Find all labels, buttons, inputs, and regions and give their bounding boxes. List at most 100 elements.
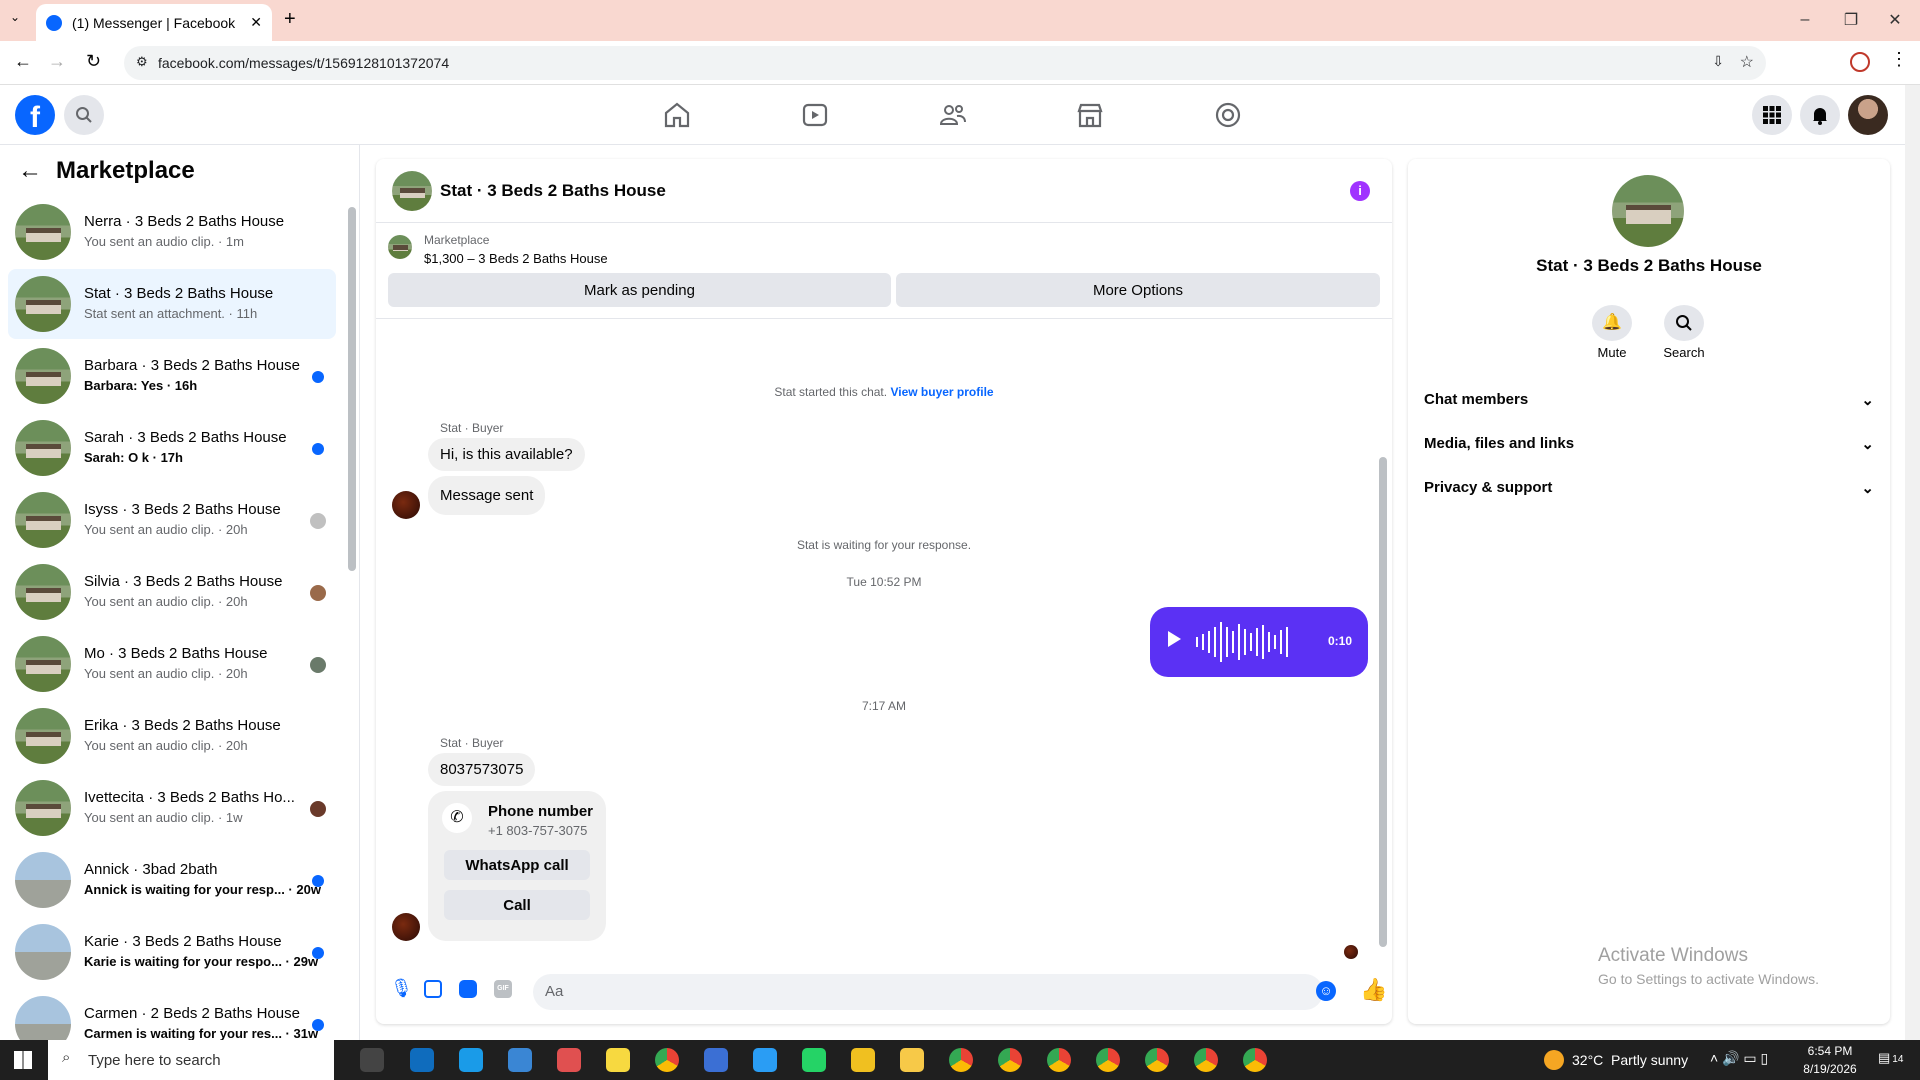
section-privacy-support[interactable]: Privacy & support ⌄	[1424, 479, 1874, 497]
conversation-name: Barbara · 3 Beds 2 Baths House	[84, 357, 300, 374]
chrome-icon[interactable]	[998, 1048, 1022, 1072]
taskbar-search-field[interactable]: ⌕ Type here to search	[48, 1040, 334, 1080]
more-options-button[interactable]: More Options	[896, 273, 1380, 307]
restore-button[interactable]: ❐	[1836, 8, 1866, 32]
photo-icon[interactable]	[424, 980, 442, 998]
message-bubble[interactable]: Hi, is this available?	[428, 438, 585, 471]
mark-as-pending-button[interactable]: Mark as pending	[388, 273, 891, 307]
sticker-icon[interactable]	[459, 980, 477, 998]
whatsapp-call-button[interactable]: WhatsApp call	[444, 850, 590, 880]
list-scrollbar[interactable]	[348, 207, 356, 571]
photos-icon[interactable]	[557, 1048, 581, 1072]
conversation-item[interactable]: Erika · 3 Beds 2 Baths House You sent an …	[8, 701, 336, 771]
outlook-icon[interactable]	[410, 1048, 434, 1072]
buyer-avatar[interactable]	[392, 913, 420, 941]
chrome-icon[interactable]	[1194, 1048, 1218, 1072]
chrome-icon[interactable]	[1145, 1048, 1169, 1072]
conversation-item[interactable]: Sarah · 3 Beds 2 Baths House Sarah: O k ·…	[8, 413, 336, 483]
mute-button[interactable]: 🔔	[1592, 305, 1632, 341]
video-icon[interactable]	[799, 99, 831, 131]
system-tray[interactable]: ˄ 🔊 ▭ ▯	[1710, 1050, 1768, 1067]
conversation-item[interactable]: Isyss · 3 Beds 2 Baths House You sent an …	[8, 485, 336, 555]
message-input[interactable]: Aa	[533, 974, 1323, 1010]
listing-thumbnail[interactable]	[388, 235, 412, 259]
search-icon[interactable]	[64, 95, 104, 135]
clock-date[interactable]: 8/19/2026	[1796, 1062, 1864, 1076]
url-text: facebook.com/messages/t/1569128101372074	[158, 55, 450, 71]
facebook-logo[interactable]: f	[15, 95, 55, 135]
call-button[interactable]: Call	[444, 890, 590, 920]
search-button[interactable]	[1664, 305, 1704, 341]
section-chat-members[interactable]: Chat members ⌄	[1424, 391, 1874, 409]
audio-message[interactable]: 0:10	[1150, 607, 1368, 677]
chrome-icon[interactable]	[949, 1048, 973, 1072]
section-media-files-links[interactable]: Media, files and links ⌄	[1424, 435, 1874, 453]
message-bubble[interactable]: 8037573075	[428, 753, 536, 786]
chrome-icon[interactable]	[1243, 1048, 1267, 1072]
url-field[interactable]: ⚙ facebook.com/messages/t/15691281013720…	[124, 46, 1766, 80]
sticky-notes-icon[interactable]	[606, 1048, 630, 1072]
tab-list-icon[interactable]: ⌄	[10, 10, 20, 24]
info-icon[interactable]: i	[1350, 181, 1370, 201]
edge-icon[interactable]	[459, 1048, 483, 1072]
account-avatar[interactable]	[1848, 95, 1888, 135]
app2-icon[interactable]	[851, 1048, 875, 1072]
conversation-item[interactable]: Mo · 3 Beds 2 Baths House You sent an aud…	[8, 629, 336, 699]
conversation-item[interactable]: Annick · 3bad 2bath Annick is waiting for…	[8, 845, 336, 915]
close-window-button[interactable]: ✕	[1880, 8, 1910, 32]
notification-center-icon[interactable]: ▤ 14	[1878, 1050, 1903, 1066]
browser-menu-icon[interactable]: ⋮	[1890, 49, 1908, 70]
gif-icon[interactable]: GIF	[494, 980, 512, 998]
page-scrollbar[interactable]	[1905, 85, 1920, 1040]
file-explorer-icon[interactable]	[900, 1048, 924, 1072]
windows-start-icon[interactable]	[14, 1051, 32, 1069]
gaming-icon[interactable]	[1212, 99, 1244, 131]
conversation-item[interactable]: Karie · 3 Beds 2 Baths House Karie is wai…	[8, 917, 336, 987]
chrome-icon[interactable]	[655, 1048, 679, 1072]
install-icon[interactable]: ⇩	[1712, 53, 1724, 70]
chat-scrollbar[interactable]	[1379, 457, 1387, 947]
reload-icon[interactable]: ↻	[86, 51, 101, 72]
teams-icon[interactable]	[704, 1048, 728, 1072]
groups-icon[interactable]	[937, 99, 969, 131]
app-icon[interactable]	[753, 1048, 777, 1072]
store-icon[interactable]	[508, 1048, 532, 1072]
whatsapp-icon[interactable]	[802, 1048, 826, 1072]
clock-time[interactable]: 6:54 PM	[1800, 1044, 1860, 1058]
listing-title[interactable]: $1,300 – 3 Beds 2 Baths House	[424, 251, 608, 266]
new-tab-button[interactable]: +	[284, 8, 296, 31]
back-icon[interactable]: ←	[14, 51, 32, 72]
conversation-item[interactable]: Stat · 3 Beds 2 Baths House Stat sent an …	[8, 269, 336, 339]
chat-avatar[interactable]	[392, 171, 432, 211]
play-icon[interactable]	[1168, 631, 1181, 647]
back-arrow-icon[interactable]: ←	[18, 157, 42, 185]
message-bubble[interactable]: Message sent	[428, 476, 546, 515]
task-view-icon[interactable]	[360, 1048, 384, 1072]
profile-icon[interactable]	[1850, 52, 1870, 72]
bookmark-star-icon[interactable]: ☆	[1740, 52, 1754, 72]
conversation-item[interactable]: Nerra · 3 Beds 2 Baths House You sent an …	[8, 197, 336, 267]
info-avatar[interactable]	[1612, 175, 1684, 247]
chrome-icon[interactable]	[1047, 1048, 1071, 1072]
weather-icon[interactable]	[1544, 1050, 1564, 1070]
like-thumb-icon[interactable]: 👍	[1360, 977, 1387, 1003]
marketplace-icon[interactable]	[1074, 99, 1106, 131]
chrome-icon[interactable]	[1096, 1048, 1120, 1072]
site-info-icon[interactable]: ⚙	[136, 54, 148, 70]
chat-title[interactable]: Stat · 3 Beds 2 Baths House	[440, 181, 666, 201]
conversation-item[interactable]: Ivettecita · 3 Beds 2 Baths Ho... You sen…	[8, 773, 336, 843]
conversation-item[interactable]: Silvia · 3 Beds 2 Baths House You sent an…	[8, 557, 336, 627]
microphone-icon[interactable]: 🎙	[390, 978, 413, 999]
home-icon[interactable]	[661, 99, 693, 131]
menu-grid-icon[interactable]	[1752, 95, 1792, 135]
buyer-avatar[interactable]	[392, 491, 420, 519]
close-tab-icon[interactable]: ✕	[250, 14, 262, 31]
browser-tab[interactable]: (1) Messenger | Facebook ✕	[36, 4, 272, 41]
weather-text[interactable]: 32°C Partly sunny	[1572, 1052, 1688, 1068]
view-buyer-profile-link[interactable]: View buyer profile	[890, 385, 993, 399]
forward-icon[interactable]: →	[48, 51, 66, 72]
notifications-bell-icon[interactable]	[1800, 95, 1840, 135]
conversation-item[interactable]: Barbara · 3 Beds 2 Baths House Barbara: Y…	[8, 341, 336, 411]
minimize-button[interactable]: –	[1790, 8, 1820, 32]
emoji-icon[interactable]: ☺	[1316, 981, 1336, 1001]
